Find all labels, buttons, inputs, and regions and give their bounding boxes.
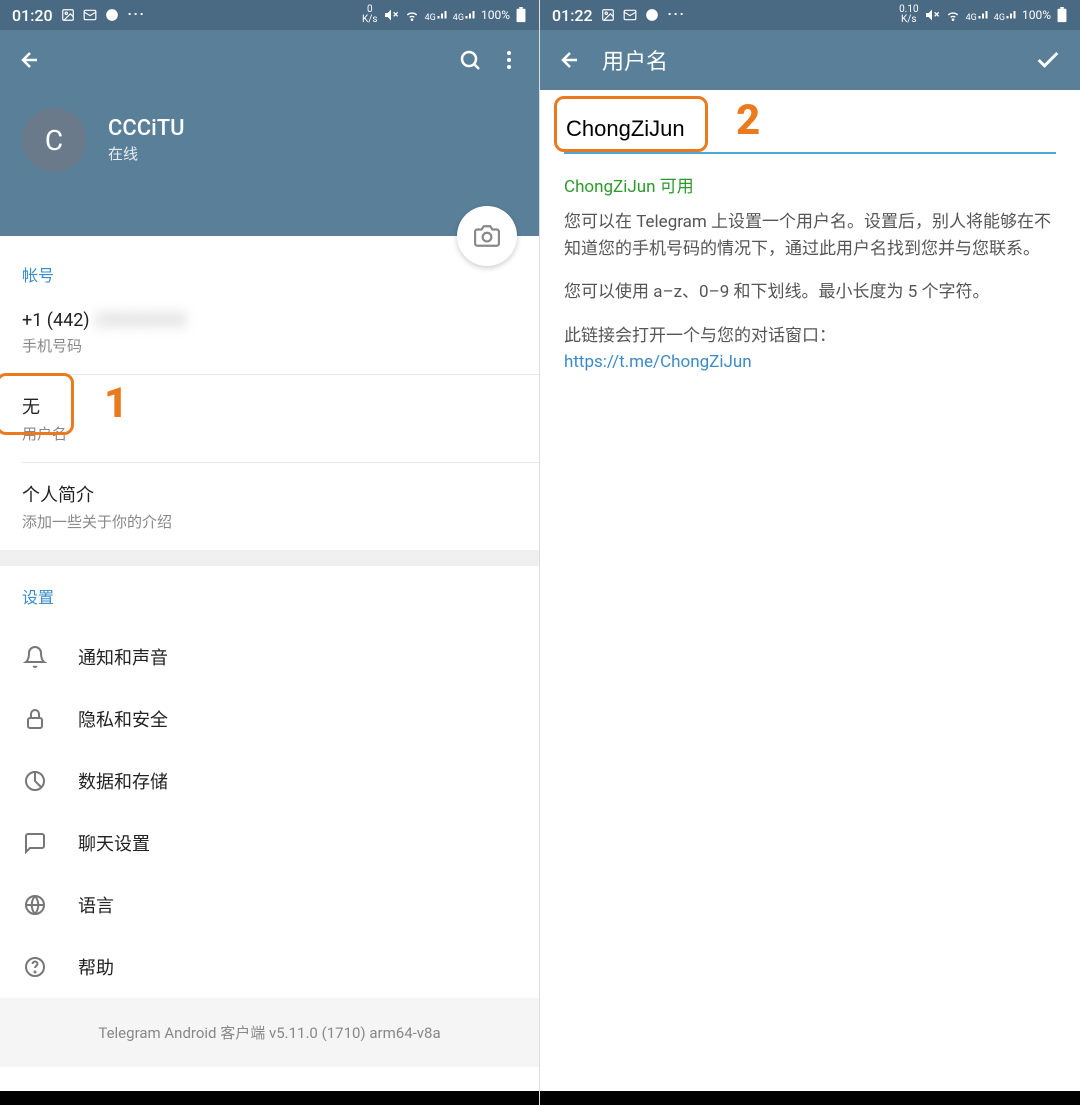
camera-button[interactable] <box>457 206 517 266</box>
battery-pct: 100% <box>1022 8 1051 22</box>
battery-pct: 100% <box>481 8 510 22</box>
right-screen: 01:22 ⋯ 0.10K/s 4G 4G 100% 用户名 2 ChongZi… <box>540 0 1080 1105</box>
nav-bar <box>540 1091 1080 1105</box>
settings-item-language[interactable]: 语言 <box>0 874 539 936</box>
page-title: 用户名 <box>602 44 1019 76</box>
mute-icon <box>924 7 940 23</box>
more-vert-icon[interactable] <box>497 48 521 72</box>
app-bar <box>0 30 539 90</box>
mute-icon <box>383 7 399 23</box>
bio-hint: 添加一些关于你的介绍 <box>22 511 517 532</box>
pie-icon <box>22 768 48 794</box>
account-section: 帐号 +1 (442) 2XXXXXX 手机号码 <box>0 236 539 374</box>
account-header: 帐号 <box>22 262 517 286</box>
lock-icon <box>22 706 48 732</box>
signal-icon: 4G <box>425 8 448 23</box>
settings-item-data[interactable]: 数据和存储 <box>0 750 539 812</box>
globe-icon <box>22 892 48 918</box>
network-speed: 0K/s <box>362 5 378 25</box>
desc-1: 您可以在 Telegram 上设置一个用户名。设置后，别人将能够在不知道您的手机… <box>564 209 1056 263</box>
signal2-icon: 4G <box>453 8 476 23</box>
username-available: ChongZiJun 可用 <box>564 172 1056 197</box>
settings-header: 设置 <box>22 584 517 608</box>
back-icon[interactable] <box>18 48 42 72</box>
status-time: 01:20 <box>12 6 53 25</box>
settings-section: 设置 <box>0 566 539 626</box>
settings-item-help[interactable]: 帮助 <box>0 936 539 998</box>
profile-status: 在线 <box>108 143 185 164</box>
signal-icon: 4G <box>966 8 989 23</box>
battery-icon <box>1056 7 1068 23</box>
username-form: 2 ChongZiJun 可用 您可以在 Telegram 上设置一个用户名。设… <box>540 90 1080 392</box>
chat-settings-icon <box>22 830 48 856</box>
phone-rest: 2XXXXXX <box>96 310 188 331</box>
image-icon <box>61 8 75 22</box>
phone-item[interactable]: +1 (442) 2XXXXXX 手机号码 <box>22 300 517 370</box>
settings-item-notifications[interactable]: 通知和声音 <box>0 626 539 688</box>
avatar[interactable]: C <box>22 108 86 172</box>
username-link[interactable]: https://t.me/ChongZiJun <box>564 352 1056 372</box>
app-bar: 用户名 <box>540 30 1080 90</box>
battery-icon <box>515 7 527 23</box>
nav-bar <box>0 1091 539 1105</box>
help-icon <box>22 954 48 980</box>
status-bar: 01:20 ⋯ 0K/s 4G 4G 100% <box>0 0 539 30</box>
wifi-icon <box>945 7 961 23</box>
profile-header: C CCCiTU 在线 <box>0 90 539 236</box>
status-time: 01:22 <box>552 6 593 25</box>
search-icon[interactable] <box>458 48 482 72</box>
bio-item[interactable]: 个人简介 添加一些关于你的介绍 <box>22 471 517 546</box>
status-bar: 01:22 ⋯ 0.10K/s 4G 4G 100% <box>540 0 1080 30</box>
username-item[interactable]: 无 用户名 <box>22 383 517 458</box>
bell-icon <box>22 644 48 670</box>
more-icon: ⋯ <box>667 6 687 24</box>
bio-title: 个人简介 <box>22 481 517 507</box>
desc-3: 此链接会打开一个与您的对话窗口： <box>564 323 1056 350</box>
more-icon: ⋯ <box>127 6 147 24</box>
profile-name: CCCiTU <box>108 116 185 141</box>
chat-icon <box>105 8 119 22</box>
left-screen: 01:20 ⋯ 0K/s 4G 4G 100% C CCCiTU 在线 <box>0 0 540 1105</box>
mail-icon <box>83 8 97 22</box>
version-footer: Telegram Android 客户端 v5.11.0 (1710) arm6… <box>0 998 539 1067</box>
confirm-icon[interactable] <box>1034 46 1062 74</box>
desc-2: 您可以使用 a–z、0–9 和下划线。最小长度为 5 个字符。 <box>564 279 1056 306</box>
callout-1-number: 1 <box>104 379 128 428</box>
signal2-icon: 4G <box>994 8 1017 23</box>
phone-prefix: +1 (442) <box>22 310 90 331</box>
back-icon[interactable] <box>558 48 582 72</box>
username-input[interactable] <box>564 110 1056 154</box>
mail-icon <box>623 8 637 22</box>
settings-item-privacy[interactable]: 隐私和安全 <box>0 688 539 750</box>
phone-label: 手机号码 <box>22 335 517 356</box>
network-speed: 0.10K/s <box>899 5 919 25</box>
settings-item-chat[interactable]: 聊天设置 <box>0 812 539 874</box>
wifi-icon <box>404 7 420 23</box>
chat-icon <box>645 8 659 22</box>
callout-2-number: 2 <box>736 96 760 145</box>
username-value: 无 <box>22 393 517 419</box>
username-label: 用户名 <box>22 423 517 444</box>
image-icon <box>601 8 615 22</box>
